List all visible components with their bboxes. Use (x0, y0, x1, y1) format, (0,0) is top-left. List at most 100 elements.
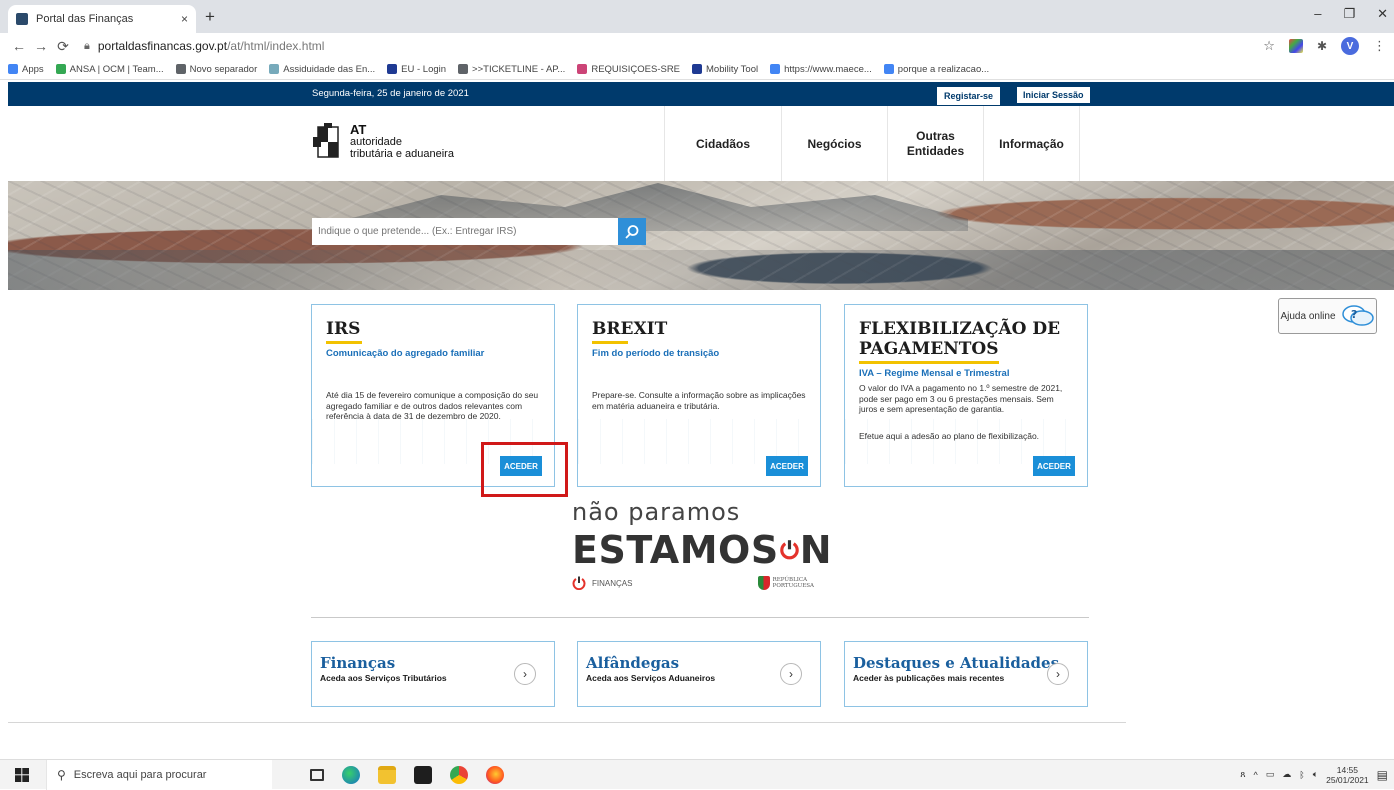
window-controls: – ❐ ✕ (1314, 6, 1388, 22)
bookmark-label: https://www.maece... (784, 63, 872, 75)
clock-date: 25/01/2021 (1326, 774, 1369, 785)
browser-tab[interactable]: Portal das Finanças × (8, 5, 196, 33)
campaign-line2-end: N (799, 528, 832, 572)
site-topbar: Segunda-feira, 25 de janeiro de 2021 Reg… (8, 82, 1394, 106)
start-button[interactable] (8, 760, 36, 790)
back-icon[interactable]: ← (8, 38, 30, 54)
extension-icon[interactable] (1288, 39, 1303, 53)
chevron-right-icon[interactable]: › (514, 663, 536, 685)
card-subtitle[interactable]: Fim do período de transição (592, 348, 719, 359)
bookmarks-bar: Apps ANSA | OCM | Team... Novo separador As… (0, 59, 1394, 80)
aceder-button[interactable]: ACEDER (1033, 456, 1075, 476)
bookmark-label: Apps (22, 63, 44, 75)
file-explorer-icon[interactable] (378, 765, 396, 784)
bookmark-icon (175, 64, 186, 74)
network-icon[interactable]: ▭ (1266, 769, 1275, 780)
tab-close-icon[interactable]: × (181, 12, 188, 26)
card-subtitle[interactable]: Comunicação do agregado familiar (326, 348, 484, 359)
menu-icon[interactable]: ⋮ (1373, 38, 1386, 54)
footer-divider (8, 722, 1126, 723)
bookmark-item[interactable]: Mobility Tool (692, 64, 758, 75)
search-input[interactable] (312, 218, 618, 245)
register-button[interactable]: Registar-se (937, 87, 1001, 105)
card-text: Prepare-se. Consulte a informação sobre … (592, 390, 806, 411)
taskbar-search-placeholder: Escreva aqui para procurar (73, 768, 207, 781)
link-subtitle: Aceder às publicações mais recentes (853, 673, 1005, 683)
minimize-button[interactable]: – (1314, 6, 1321, 22)
login-button[interactable]: Iniciar Sessão (1017, 87, 1090, 103)
card-title: FLEXIBILIZAÇÃO DE PAGAMENTOS (859, 319, 1061, 359)
task-view-icon[interactable] (310, 768, 324, 781)
aceder-button[interactable]: ACEDER (766, 456, 808, 476)
bookmark-label: Novo separador (189, 63, 258, 75)
bookmark-icon (55, 64, 66, 74)
campaign-line2: ESTAMOS (572, 528, 779, 572)
close-window-button[interactable]: ✕ (1377, 6, 1388, 22)
nav-negocios[interactable]: Negócios (781, 106, 887, 181)
link-financas[interactable]: Finanças Aceda aos Serviços Tributários … (311, 641, 555, 707)
bookmark-item[interactable]: Assiduidade das En... (269, 64, 375, 75)
chevron-right-icon[interactable]: › (1047, 663, 1069, 685)
nav-informacao[interactable]: Informação (983, 106, 1080, 181)
tab-title: Portal das Finanças (36, 13, 134, 25)
store-icon[interactable] (414, 765, 432, 784)
help-label: Ajuda online (1280, 310, 1336, 322)
bookmark-item[interactable]: https://www.maece... (770, 64, 872, 75)
bookmark-item[interactable]: Novo separador (175, 63, 258, 75)
card-subtitle[interactable]: IVA – Regime Mensal e Trimestral (859, 368, 1009, 379)
lock-icon: 🔒︎ (84, 39, 90, 52)
search-icon (625, 224, 639, 239)
edge-icon[interactable] (342, 765, 360, 784)
search-button[interactable] (618, 218, 646, 245)
chevron-up-icon[interactable]: ^ (1254, 770, 1258, 780)
search-box (312, 218, 646, 245)
chevron-right-icon[interactable]: › (780, 663, 802, 685)
volume-icon[interactable]: 🔈︎ (1313, 769, 1318, 780)
maximize-button[interactable]: ❐ (1343, 6, 1355, 22)
taskbar-search[interactable]: ⚲ Escreva aqui para procurar (46, 759, 272, 790)
people-icon[interactable]: ጸ (1240, 769, 1245, 780)
logo-line2: autoridade (350, 136, 402, 148)
cloud-icon[interactable]: ☁ (1282, 769, 1291, 780)
bookmark-label: REQUISIÇOES-SRE (591, 63, 681, 75)
bookmark-item[interactable]: ANSA | OCM | Team... (55, 64, 164, 75)
puzzle-icon[interactable]: ✱ (1317, 39, 1327, 53)
firefox-icon[interactable] (486, 765, 504, 784)
bookmark-item[interactable]: EU - Login (387, 64, 446, 75)
help-online-button[interactable]: Ajuda online ? (1278, 298, 1377, 334)
bookmark-icon (269, 64, 280, 74)
nav-cidadaos[interactable]: Cidadãos (664, 106, 781, 181)
link-destaques[interactable]: Destaques e Atualidades Aceder às public… (844, 641, 1088, 707)
bookmark-item[interactable]: Apps (8, 64, 44, 75)
search-icon: ⚲ (57, 767, 66, 782)
bookmark-item[interactable]: porque a realizacao... (883, 64, 989, 75)
bookmark-icon (577, 64, 588, 74)
at-logo[interactable]: AT autoridade tributária e aduaneira (312, 123, 454, 161)
bookmark-label: >>TICKETLINE - AP... (472, 63, 566, 75)
reload-icon[interactable]: ⟳ (52, 38, 74, 55)
url-field[interactable]: 🔒︎ portaldasfinancas.gov.pt /at/html/ind… (84, 39, 324, 53)
browser-tabbar: Portal das Finanças × + – ❐ ✕ (0, 0, 1394, 33)
forward-icon[interactable]: → (30, 38, 52, 54)
notifications-icon[interactable]: ▤ (1377, 768, 1388, 782)
link-title: Finanças (320, 654, 396, 672)
bookmark-item[interactable]: >>TICKETLINE - AP... (458, 64, 565, 75)
profile-avatar[interactable]: V (1341, 37, 1359, 55)
new-tab-button[interactable]: + (205, 7, 215, 27)
clock-time: 14:55 (1336, 764, 1359, 775)
nav-outras-entidades[interactable]: Outras Entidades (887, 106, 983, 181)
chrome-icon[interactable] (450, 765, 468, 784)
card-text-2: Efetue aqui a adesão ao plano de flexibi… (859, 431, 1040, 441)
bluetooth-icon[interactable]: ᛒ (1299, 770, 1304, 780)
campaign-banner[interactable]: não paramos ESTAMOS N FINANÇAS REPÚBLICA… (572, 498, 832, 590)
card-flexibilizacao: FLEXIBILIZAÇÃO DE PAGAMENTOS IVA – Regim… (844, 304, 1088, 487)
link-subtitle: Aceda aos Serviços Aduaneiros (586, 673, 716, 683)
taskbar-clock[interactable]: 14:55 25/01/2021 (1326, 765, 1369, 785)
title-underline (326, 341, 362, 344)
link-alfandegas[interactable]: Alfândegas Aceda aos Serviços Aduaneiros… (577, 641, 821, 707)
bookmark-item[interactable]: REQUISIÇOES-SRE (577, 64, 680, 75)
card-title: BREXIT (592, 319, 668, 339)
star-icon[interactable]: ☆ (1263, 38, 1275, 54)
system-tray: ጸ ^ ▭ ☁ ᛒ 🔈︎ 14:55 25/01/2021 ▤ (1240, 765, 1388, 785)
bookmark-label: EU - Login (401, 63, 447, 75)
